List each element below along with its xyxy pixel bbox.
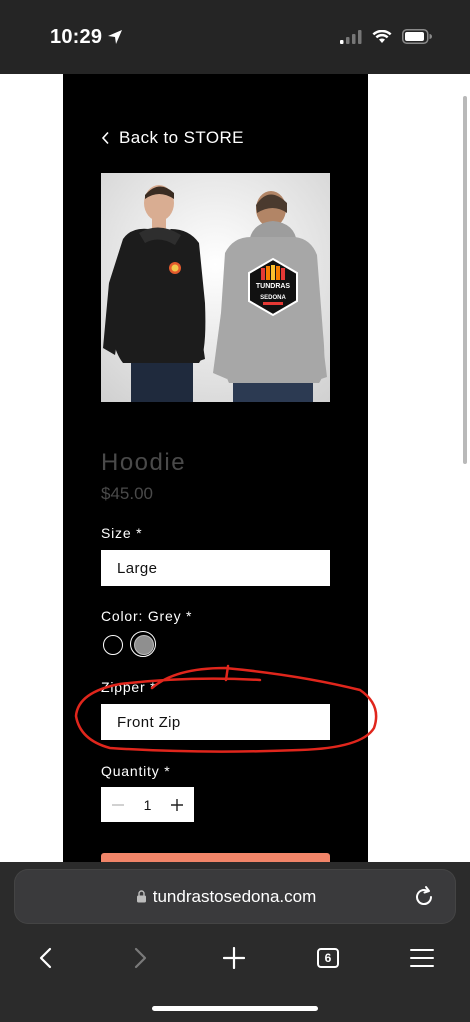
browser-toolbar: 6: [0, 940, 470, 976]
zipper-value: Front Zip: [117, 713, 181, 731]
hamburger-menu-icon: [410, 949, 434, 967]
address-bar[interactable]: tundrastosedona.com: [14, 869, 456, 924]
tabs-button[interactable]: 6: [314, 944, 342, 972]
back-link-label: Back to STORE: [119, 128, 244, 147]
status-bar: 10:29: [0, 0, 470, 74]
zipper-label: Zipper *: [101, 679, 157, 695]
hoodie-photo: TUNDRAS SEDONA: [101, 173, 330, 402]
url-text: tundrastosedona.com: [152, 886, 317, 906]
product-image[interactable]: TUNDRAS SEDONA: [101, 173, 330, 402]
color-label: Color: Grey *: [101, 608, 193, 624]
quantity-label: Quantity *: [101, 763, 171, 779]
size-label: Size *: [101, 525, 143, 541]
plus-icon: [223, 947, 245, 969]
logo-text-top: TUNDRAS: [256, 283, 291, 290]
color-swatch-grey[interactable]: [134, 635, 154, 655]
color-swatch-black[interactable]: [103, 635, 123, 655]
chevron-left-icon: [101, 131, 109, 145]
quantity-value[interactable]: 1: [144, 797, 152, 813]
back-button[interactable]: [32, 944, 60, 972]
increment-button[interactable]: [168, 796, 186, 814]
zipper-select[interactable]: Front Zip: [101, 704, 330, 740]
battery-icon: [402, 29, 432, 44]
forward-button[interactable]: [126, 944, 154, 972]
address-content: tundrastosedona.com: [136, 886, 317, 907]
back-to-store-link[interactable]: Back to STORE: [101, 128, 244, 148]
size-select[interactable]: Large: [101, 550, 330, 586]
plus-icon: [170, 798, 183, 811]
home-indicator[interactable]: [152, 1006, 318, 1011]
browser-bottom-bar: tundrastosedona.com 6: [0, 862, 470, 1022]
location-arrow-icon: [108, 30, 122, 44]
tabs-count: 6: [317, 948, 339, 968]
page-scrollbar[interactable]: [463, 96, 467, 464]
reload-icon[interactable]: [412, 885, 436, 909]
new-tab-button[interactable]: [220, 944, 248, 972]
signal-icon: [340, 29, 362, 44]
status-icons: [340, 29, 432, 44]
size-value: Large: [117, 559, 158, 577]
logo-text-bottom: SEDONA: [260, 295, 286, 301]
minus-icon: [112, 803, 124, 806]
lock-icon: [136, 890, 146, 903]
back-arrow-icon: [39, 947, 52, 969]
quantity-stepper: 1: [101, 787, 194, 822]
status-time: 10:29: [50, 26, 103, 48]
product-price: $45.00: [101, 484, 153, 503]
product-panel: Back to STORE TUNDRAS SEDONA Hoodie $45.…: [63, 74, 368, 864]
menu-button[interactable]: [408, 944, 436, 972]
wifi-icon: [372, 29, 392, 43]
decrement-button[interactable]: [109, 796, 127, 814]
product-title: Hoodie: [101, 449, 187, 476]
forward-arrow-icon: [134, 947, 147, 969]
